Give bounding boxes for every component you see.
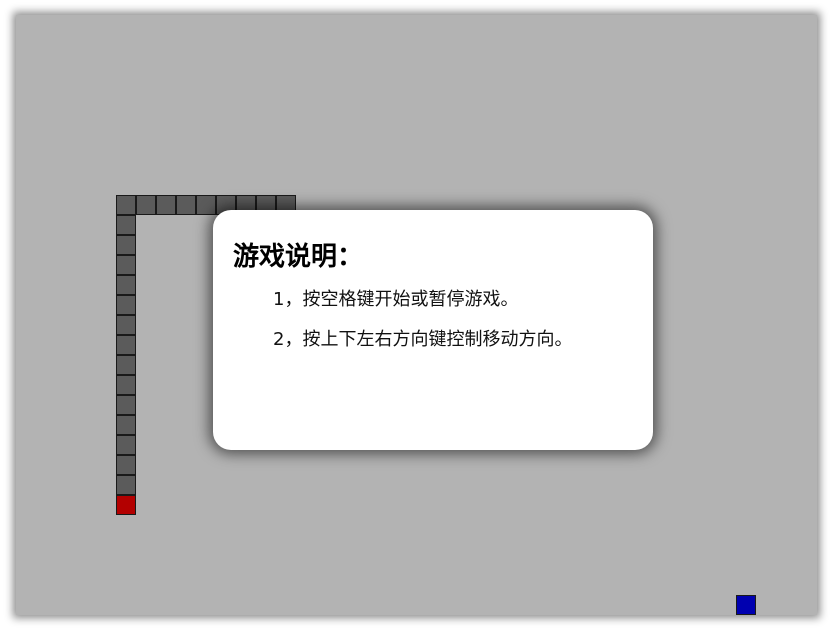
instructions-dialog: 游戏说明： 1，按空格键开始或暂停游戏。 2，按上下左右方向键控制移动方向。: [213, 210, 653, 450]
snake-segment: [116, 435, 136, 455]
snake-segment: [116, 355, 136, 375]
snake-segment: [116, 335, 136, 355]
snake-segment: [116, 315, 136, 335]
snake-segment: [116, 235, 136, 255]
snake-segment: [116, 215, 136, 235]
game-board[interactable]: 游戏说明： 1，按空格键开始或暂停游戏。 2，按上下左右方向键控制移动方向。: [16, 15, 817, 615]
snake-segment: [116, 415, 136, 435]
instructions-list: 1，按空格键开始或暂停游戏。 2，按上下左右方向键控制移动方向。: [233, 280, 633, 360]
food-block: [736, 595, 756, 615]
snake-segment: [116, 455, 136, 475]
dialog-title: 游戏说明：: [233, 242, 364, 272]
snake-segment: [116, 475, 136, 495]
snake-segment: [116, 275, 136, 295]
snake-segment: [196, 195, 216, 215]
snake-segment: [176, 195, 196, 215]
snake-segment: [116, 375, 136, 395]
instruction-item: 1，按空格键开始或暂停游戏。: [273, 289, 519, 310]
snake-segment: [116, 295, 136, 315]
snake-segment: [116, 255, 136, 275]
instruction-item: 2，按上下左右方向键控制移动方向。: [273, 329, 573, 350]
snake-segment: [156, 195, 176, 215]
snake-segment: [136, 195, 156, 215]
snake-head: [116, 495, 136, 515]
snake-segment: [116, 395, 136, 415]
snake-segment: [116, 195, 136, 215]
